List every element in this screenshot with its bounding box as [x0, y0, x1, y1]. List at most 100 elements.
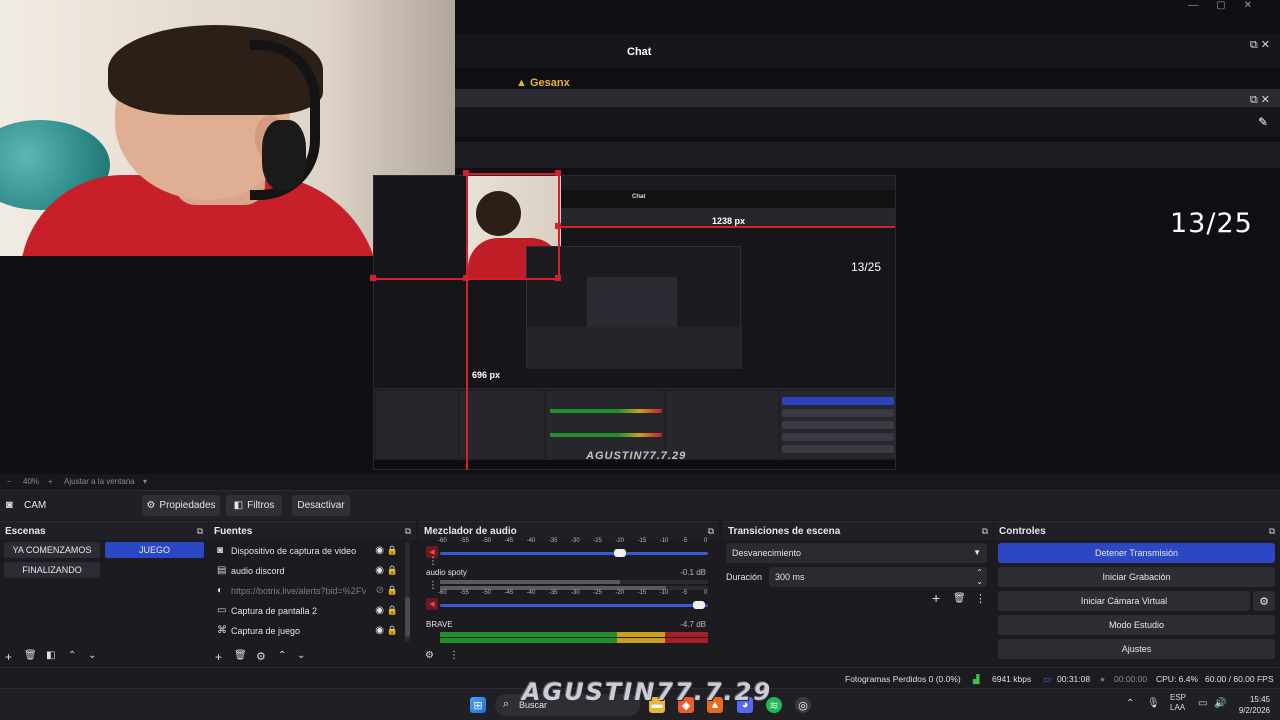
obs-icon[interactable]: ◎ [795, 697, 811, 713]
deactivate-button[interactable]: Desactivar [292, 495, 350, 516]
add-icon[interactable]: + [5, 650, 12, 664]
camera-icon: ◙ [217, 545, 224, 556]
start-virtual-camera-button[interactable]: Iniciar Cámara Virtual [998, 591, 1250, 611]
resize-handle[interactable] [463, 170, 469, 176]
lock-icon[interactable]: 🔒 [387, 565, 398, 576]
mixer-scale-tick: -25 [593, 590, 602, 596]
mixer-scale-tick: -60 [438, 590, 447, 596]
pencil-icon[interactable]: ✎ [1258, 115, 1268, 129]
chevron-down-icon[interactable]: ⌄ [297, 650, 305, 661]
microphone-icon[interactable]: 🎙 [1147, 698, 1160, 709]
volume-fader-knob[interactable] [614, 549, 626, 557]
resize-handle[interactable] [463, 275, 469, 281]
chevron-up-icon[interactable]: ⌃ [68, 650, 76, 661]
chevron-down-icon[interactable]: ⌄ [88, 650, 96, 661]
resize-handle[interactable] [370, 275, 376, 281]
chevron-up-icon[interactable]: ⌃ [1126, 698, 1134, 709]
kebab-menu-icon[interactable]: ⋮ [975, 592, 986, 605]
clock[interactable]: 15:45 9/2/2026 [1239, 694, 1270, 716]
duration-input[interactable]: 300 ms ⌃ ⌄ [769, 567, 987, 587]
panel-float-close-icon[interactable]: ⧉ ✕ [1250, 93, 1270, 107]
scenes-title: Escenas [5, 526, 46, 537]
network-icon[interactable]: ▭ [1198, 698, 1207, 709]
scenes-dock: Escenas ⧉ YA COMENZAMOS JUEGO FINALIZANDO… [0, 521, 208, 667]
add-icon[interactable]: + [215, 650, 222, 664]
nested-counter: 13/25 [851, 260, 882, 274]
scrollbar[interactable] [405, 542, 410, 642]
properties-button[interactable]: ⚙ Propiedades [142, 495, 220, 516]
kebab-menu-icon[interactable]: ⋮ [449, 650, 459, 661]
panel-float-close-icon[interactable]: ⧉ ✕ [1250, 38, 1270, 52]
start-recording-button[interactable]: Iniciar Grabación [998, 567, 1275, 587]
lock-icon[interactable]: 🔒 [387, 585, 398, 596]
chevron-down-icon[interactable]: ▾ [143, 477, 147, 486]
volume-icon[interactable]: 🔊 [1214, 698, 1226, 709]
eye-icon[interactable]: ◉ [375, 625, 384, 636]
trash-icon[interactable]: 🗑 [953, 593, 966, 604]
scene-ya-comenzamos[interactable]: YA COMENZAMOS [4, 542, 100, 558]
gear-icon[interactable]: ⚙ [256, 650, 266, 663]
mixer-scale-tick: -50 [482, 590, 491, 596]
mixer-scale-tick: -10 [659, 590, 669, 596]
lock-icon[interactable]: 🔒 [387, 625, 398, 636]
filter-icon: ◧ [233, 500, 244, 511]
lock-icon[interactable]: 🔒 [387, 545, 398, 556]
eye-icon[interactable]: ◉ [375, 605, 384, 616]
fit-window-label[interactable]: Ajustar a la ventana [64, 477, 135, 486]
transition-select[interactable]: Desvanecimiento ▼ [726, 543, 987, 563]
dock-float-icon[interactable]: ⧉ [1269, 526, 1275, 537]
eye-icon[interactable]: ◉ [375, 545, 384, 556]
windows-start-icon[interactable]: ⊞ [470, 697, 486, 713]
transitions-title: Transiciones de escena [728, 526, 841, 537]
mute-icon[interactable]: ◀ [426, 598, 438, 610]
zoom-in-button[interactable]: + [48, 477, 53, 486]
source-row[interactable]: ▭ Captura de pantalla 2 ◉ 🔒 [215, 602, 400, 621]
volume-fader[interactable] [440, 552, 708, 555]
source-name: https://botrix.live/alerts?bid=%2FV [231, 586, 366, 596]
language-indicator[interactable]: ESP LAA [1170, 693, 1186, 713]
dock-float-icon[interactable]: ⧉ [405, 526, 411, 537]
dock-float-icon[interactable]: ⧉ [197, 526, 203, 537]
filter-icon[interactable]: ◧ [46, 650, 55, 661]
source-row[interactable]: ◐ https://botrix.live/alerts?bid=%2FV ⊘ … [215, 582, 400, 601]
preview-canvas[interactable]: —▢✕ ⧉ ✕ Chat ▲ Gesanx ⧉ ✕ ✎ 13/25 Chat 1… [0, 0, 1280, 474]
filters-button[interactable]: ◧ Filtros [226, 495, 282, 516]
stepper-icon[interactable]: ⌃ ⌄ [976, 568, 983, 586]
trash-icon[interactable]: 🗑 [24, 650, 37, 661]
volume-fader[interactable] [440, 604, 708, 607]
gear-icon: ⚙ [146, 500, 156, 511]
resize-handle[interactable] [555, 275, 561, 281]
kebab-menu-icon[interactable]: ⋮ [428, 556, 438, 567]
kebab-menu-icon[interactable]: ⋮ [428, 580, 438, 591]
gear-icon[interactable]: ⚙ [1253, 591, 1275, 611]
add-icon[interactable]: + [932, 590, 940, 606]
resize-handle[interactable] [555, 223, 561, 229]
scene-finalizando[interactable]: FINALIZANDO [4, 562, 100, 578]
dock-float-icon[interactable]: ⧉ [982, 526, 988, 537]
eye-hidden-icon[interactable]: ⊘ [376, 585, 384, 596]
source-name: Dispositivo de captura de video [231, 546, 357, 556]
dropped-frames: Fotogramas Perdidos 0 (0.0%) [845, 674, 961, 684]
resize-handle[interactable] [555, 170, 561, 176]
cpu-usage: CPU: 6.4% [1156, 674, 1199, 684]
mixer-scale-tick: 0 [704, 538, 708, 544]
source-row[interactable]: ◙ Dispositivo de captura de video ◉ 🔒 [215, 542, 400, 561]
source-row[interactable]: ▤ audio discord ◉ 🔒 [215, 562, 400, 581]
settings-button[interactable]: Ajustes [998, 639, 1275, 659]
dock-float-icon[interactable]: ⧉ [708, 526, 714, 537]
mixer-scale-tick: -20 [615, 538, 624, 544]
stop-stream-button[interactable]: Detener Transmisión [998, 543, 1275, 563]
source-row[interactable]: ⌘ Captura de juego ◉ 🔒 [215, 622, 400, 641]
volume-fader-knob[interactable] [693, 601, 705, 609]
mixer-settings-icon[interactable]: ⚙ [425, 650, 434, 661]
scene-juego[interactable]: JUEGO [105, 542, 204, 558]
secondary-panel-bar: ⧉ ✕ [455, 89, 1280, 107]
chevron-up-icon[interactable]: ⌃ [278, 650, 286, 661]
mixer-scale-tick: -15 [637, 590, 647, 596]
lock-icon[interactable]: 🔒 [387, 605, 398, 616]
studio-mode-button[interactable]: Modo Estudio [998, 615, 1275, 635]
zoom-out-button[interactable]: − [7, 477, 12, 486]
trash-icon[interactable]: 🗑 [234, 650, 247, 661]
window-controls[interactable]: —▢✕ [1188, 0, 1270, 14]
eye-icon[interactable]: ◉ [375, 565, 384, 576]
